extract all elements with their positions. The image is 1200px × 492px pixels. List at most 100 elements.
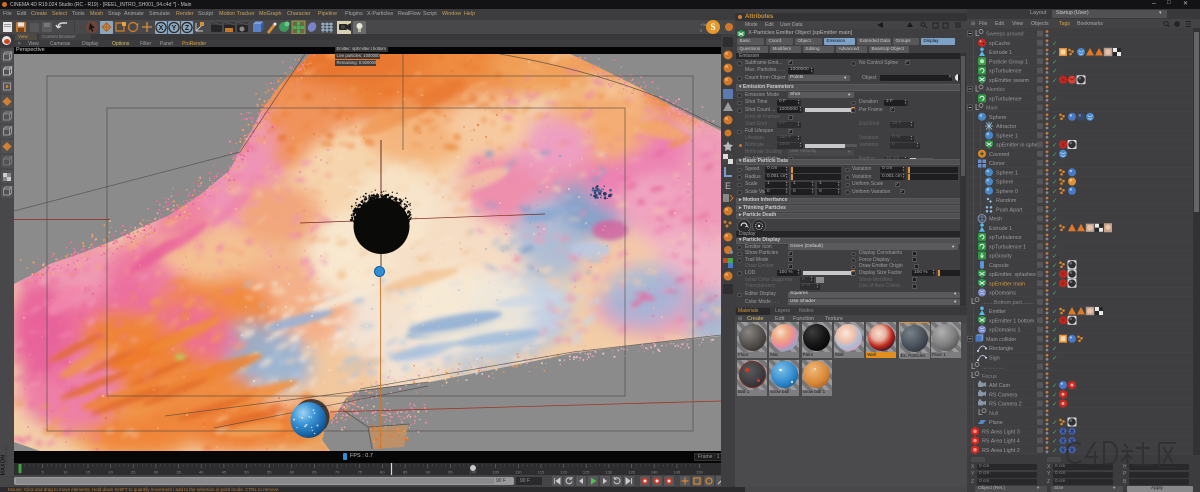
svg-text:Sphere 1: Sphere 1 — [996, 133, 1018, 139]
svg-text:Sphere 0: Sphere 0 — [996, 189, 1018, 195]
svg-text:✓: ✓ — [1052, 225, 1057, 232]
svg-text:Extrude 1: Extrude 1 — [989, 50, 1012, 56]
svg-text:Mesh: Mesh — [989, 217, 1002, 223]
svg-text:✓: ✓ — [1052, 244, 1057, 251]
svg-text:75: 75 — [358, 470, 363, 475]
svg-text:Main collider: Main collider — [986, 337, 1016, 343]
svg-text:65: 65 — [312, 470, 317, 475]
svg-text:30: 30 — [154, 470, 159, 475]
svg-text:........Bottom part........: ........Bottom part........ — [982, 300, 1034, 306]
svg-text:60: 60 — [290, 470, 295, 475]
svg-text:Cloner: Cloner — [989, 161, 1005, 167]
svg-text:✓: ✓ — [1052, 151, 1057, 158]
svg-text:RS Area Light 3: RS Area Light 3 — [982, 429, 1020, 435]
svg-text:20: 20 — [108, 470, 113, 475]
svg-text:35: 35 — [176, 470, 181, 475]
svg-text:xpTurbulence 1: xpTurbulence 1 — [989, 244, 1026, 250]
svg-text:xpCache: xpCache — [989, 41, 1010, 47]
svg-text:25: 25 — [131, 470, 136, 475]
svg-text:spEmitter. splashes: spEmitter. splashes — [989, 272, 1036, 278]
svg-text:✓: ✓ — [1052, 68, 1057, 75]
svg-text:85: 85 — [403, 470, 408, 475]
svg-text:xpDomains: xpDomains — [989, 291, 1016, 297]
svg-text:AM Cam: AM Cam — [989, 383, 1010, 389]
svg-text:xpEmitter 1 bottom: xpEmitter 1 bottom — [989, 318, 1035, 324]
svg-text:125: 125 — [583, 470, 590, 475]
svg-text:✓: ✓ — [1052, 207, 1057, 214]
svg-text:140: 140 — [651, 470, 658, 475]
svg-text:Focus: Focus — [982, 374, 997, 380]
svg-text:✓: ✓ — [1052, 318, 1057, 325]
svg-text:✓: ✓ — [1052, 262, 1057, 269]
svg-text:Sphere: Sphere — [996, 180, 1013, 186]
svg-text:✓: ✓ — [1052, 383, 1057, 390]
svg-text:RS Camera: RS Camera — [989, 392, 1017, 398]
svg-text:✓: ✓ — [1052, 40, 1057, 47]
svg-text:105: 105 — [492, 470, 499, 475]
svg-text:...............: ............... — [982, 365, 1004, 371]
svg-text:✓: ✓ — [1052, 281, 1057, 288]
svg-text:✓: ✓ — [1052, 188, 1057, 195]
svg-text:Y: Y — [172, 25, 177, 32]
svg-text:✓: ✓ — [1052, 77, 1057, 84]
svg-text:✓: ✓ — [1052, 420, 1057, 427]
svg-text:X: X — [159, 25, 164, 32]
svg-text:✓: ✓ — [1052, 161, 1057, 168]
svg-text:Sign: Sign — [989, 355, 1000, 361]
svg-text:45: 45 — [222, 470, 227, 475]
svg-text:95: 95 — [448, 470, 453, 475]
svg-text:✓: ✓ — [1052, 290, 1057, 297]
svg-text:xpEmitter swarm: xpEmitter swarm — [989, 78, 1030, 84]
svg-text:Push Apart: Push Apart — [996, 207, 1023, 213]
svg-text:Alembic: Alembic — [986, 87, 1005, 93]
svg-text:✓: ✓ — [1052, 447, 1057, 454]
svg-text:✓: ✓ — [1052, 309, 1057, 316]
svg-text:Capsule: Capsule — [989, 263, 1009, 269]
svg-text:Z: Z — [185, 25, 190, 32]
svg-text:Sphere: Sphere — [989, 115, 1006, 121]
svg-text:110: 110 — [515, 470, 522, 475]
svg-text:Random: Random — [996, 198, 1017, 204]
svg-text:Attractor: Attractor — [996, 124, 1017, 130]
svg-text:5: 5 — [42, 470, 45, 475]
svg-text:120: 120 — [560, 470, 567, 475]
svg-text:115: 115 — [538, 470, 545, 475]
svg-text:✓: ✓ — [1052, 114, 1057, 121]
svg-text:Emitter: Emitter — [989, 309, 1006, 315]
svg-text:150: 150 — [696, 470, 703, 475]
svg-text:xpTurbulence: xpTurbulence — [989, 69, 1021, 75]
svg-text:RS Camera 2: RS Camera 2 — [989, 402, 1022, 408]
svg-text:Covered: Covered — [989, 152, 1009, 158]
svg-text:Particle Group 1: Particle Group 1 — [989, 59, 1028, 65]
svg-text:Rectangle: Rectangle — [989, 346, 1013, 352]
svg-text:Plane: Plane — [989, 420, 1003, 426]
svg-text:xpTurbulence: xpTurbulence — [989, 96, 1021, 102]
svg-text:Main: Main — [986, 106, 998, 112]
svg-text:S: S — [710, 22, 715, 32]
svg-text:70: 70 — [335, 470, 340, 475]
svg-text:✓: ✓ — [1052, 253, 1057, 260]
svg-text:✓: ✓ — [1052, 179, 1057, 186]
svg-text:✓: ✓ — [1052, 133, 1057, 140]
svg-text:spEmitter in sphere: spEmitter in sphere — [996, 143, 1042, 149]
svg-text:✓: ✓ — [1052, 272, 1057, 279]
svg-text:RS Area Light 2: RS Area Light 2 — [982, 448, 1020, 454]
svg-text:10: 10 — [63, 470, 68, 475]
svg-text:✓: ✓ — [1052, 336, 1057, 343]
svg-text:✓: ✓ — [1052, 142, 1057, 149]
svg-text:✓: ✓ — [1052, 124, 1057, 131]
svg-text:✓: ✓ — [1052, 50, 1057, 57]
svg-text:xpTurbulence: xpTurbulence — [989, 235, 1021, 241]
svg-text:RS Area Light 4: RS Area Light 4 — [982, 439, 1020, 445]
svg-text:✓: ✓ — [1052, 355, 1057, 362]
svg-text:Null: Null — [989, 411, 998, 417]
svg-text:80: 80 — [380, 470, 385, 475]
svg-text:✓: ✓ — [1052, 216, 1057, 223]
svg-text:✓: ✓ — [1052, 198, 1057, 205]
svg-text:✓: ✓ — [1052, 438, 1057, 445]
svg-text:✓: ✓ — [1052, 235, 1057, 242]
svg-text:130: 130 — [606, 470, 613, 475]
svg-text:✓: ✓ — [1052, 327, 1057, 334]
svg-text:Sweeps around: Sweeps around — [986, 32, 1023, 38]
svg-text:✓: ✓ — [1052, 170, 1057, 177]
